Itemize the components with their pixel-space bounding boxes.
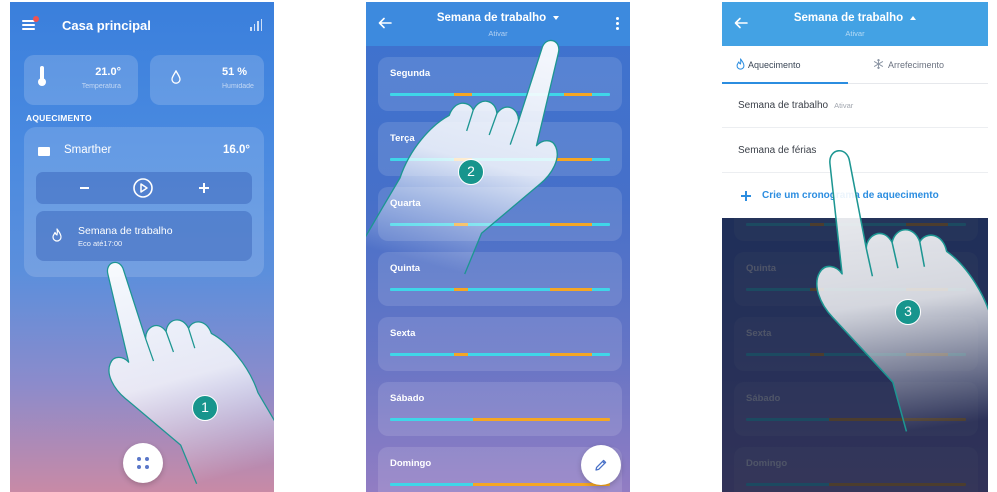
humidity-label: Humidade (222, 83, 254, 90)
program-selector[interactable]: Semana de trabalho (722, 12, 988, 24)
day-name: Sábado (390, 393, 425, 404)
edit-button[interactable] (581, 445, 621, 485)
thermostat-name[interactable]: Smarther (64, 144, 111, 156)
section-heating-label: AQUECIMENTO (26, 113, 92, 123)
comfort-segment (550, 223, 592, 226)
step-badge: 2 (458, 159, 484, 185)
temperature-value: 21.0° (95, 66, 121, 78)
program-option-name: Semana de trabalho (738, 100, 829, 111)
active-program-button[interactable]: Semana de trabalho Eco até17:00 (36, 211, 252, 261)
program-name: Semana de trabalho (78, 225, 173, 237)
bar-chart-icon[interactable] (250, 19, 262, 31)
notification-dot (33, 16, 39, 22)
program-title: Semana de trabalho (436, 12, 547, 24)
day-schedule-bar (390, 418, 610, 421)
day-name: Segunda (390, 68, 431, 79)
pencil-icon (595, 459, 607, 471)
tab-heating[interactable]: Aquecimento (722, 46, 848, 84)
day-schedule-bar (390, 288, 610, 291)
program-title: Semana de trabalho (793, 12, 904, 24)
dot (137, 465, 141, 469)
day-schedule-bar (390, 223, 610, 226)
app-header: Semana de trabalho Ativar (366, 2, 630, 46)
comfort-segment (472, 418, 610, 421)
comfort-segment (454, 93, 473, 96)
app-header: Semana de trabalho Ativar (722, 2, 988, 46)
step-badge: 3 (895, 299, 921, 325)
tab-heating-label: Aquecimento (748, 60, 801, 70)
program-status: Eco até17:00 (78, 239, 123, 248)
program-type-tabs: Aquecimento Arrefecimento (722, 46, 988, 84)
day-card[interactable]: Sábado (378, 382, 622, 436)
dots-menu-button[interactable] (123, 443, 163, 483)
thermometer-icon (38, 66, 46, 86)
temperature-label: Temperatura (81, 83, 121, 90)
home-title: Casa principal (62, 18, 151, 33)
program-activate-label[interactable]: Ativar (722, 29, 988, 38)
day-card[interactable]: Quarta (378, 187, 622, 241)
play-circle-icon[interactable] (132, 177, 154, 199)
program-option[interactable]: Semana de férias (722, 129, 988, 173)
dot (137, 457, 141, 461)
screen-program-dropdown: Segunda Terça Quarta Quinta Sexta Sábado… (722, 2, 988, 492)
plus-icon[interactable] (199, 183, 209, 193)
dot (145, 457, 149, 461)
weekly-schedule-list: Segunda Terça Quarta Quinta Sexta Sábado… (378, 57, 622, 492)
humidity-card[interactable]: 51 % Humidade (150, 55, 264, 105)
create-program-label: Crie um cronograma de aquecimento (762, 190, 939, 201)
snowflake-icon (873, 58, 884, 70)
flame-icon (52, 228, 62, 242)
day-schedule-bar (390, 158, 610, 161)
comfort-segment (550, 353, 592, 356)
menu-icon[interactable] (22, 16, 39, 30)
step-badge: 1 (192, 395, 218, 421)
screen-weekly-program: Semana de trabalho Ativar Segunda Terça … (366, 2, 630, 492)
thermostat-controls (36, 172, 252, 204)
tab-cooling-label: Arrefecimento (888, 60, 945, 70)
day-name: Domingo (390, 458, 432, 469)
plus-icon (741, 191, 751, 201)
comfort-segment (454, 353, 468, 356)
drop-icon (171, 70, 181, 84)
humidity-value: 51 % (222, 66, 248, 78)
program-option-name: Semana de férias (738, 145, 817, 156)
more-vertical-icon[interactable] (616, 17, 619, 32)
day-name: Terça (390, 133, 415, 144)
thermostat-card: Smarther 16.0° Semana de trabalho Eco at… (24, 127, 264, 277)
day-schedule-bar (390, 93, 610, 96)
day-card[interactable]: Segunda (378, 57, 622, 111)
create-program-button[interactable]: Crie um cronograma de aquecimento (722, 174, 988, 218)
tab-cooling[interactable]: Arrefecimento (848, 46, 988, 83)
dot (145, 465, 149, 469)
comfort-segment (564, 93, 592, 96)
comfort-segment (454, 288, 468, 291)
temperature-card[interactable]: 21.0° Temperatura (24, 55, 138, 105)
thermostat-setpoint: 16.0° (223, 144, 250, 156)
comfort-segment (550, 288, 592, 291)
flame-icon (736, 58, 745, 70)
comfort-segment (454, 223, 468, 226)
program-option[interactable]: Semana de trabalho Ativar (722, 84, 988, 128)
program-selector[interactable]: Semana de trabalho (366, 12, 630, 24)
thermostat-icon (38, 147, 50, 156)
comfort-segment (555, 158, 592, 161)
program-activate-label[interactable]: Ativar (366, 29, 630, 38)
caret-up-icon (910, 15, 917, 20)
screen-home: Casa principal 21.0° Temperatura 51 % Hu… (10, 2, 274, 492)
day-card[interactable]: Quinta (378, 252, 622, 306)
caret-down-icon (553, 15, 560, 20)
program-dropdown: Aquecimento Arrefecimento Semana de trab… (722, 46, 988, 218)
program-option-status: Ativar (834, 101, 854, 110)
minus-icon[interactable] (80, 187, 89, 189)
day-name: Quarta (390, 198, 421, 209)
day-name: Quinta (390, 263, 421, 274)
day-card[interactable]: Sexta (378, 317, 622, 371)
day-card[interactable]: Terça (378, 122, 622, 176)
day-schedule-bar (390, 483, 610, 486)
comfort-segment (472, 483, 610, 486)
day-schedule-bar (390, 353, 610, 356)
day-name: Sexta (390, 328, 416, 339)
